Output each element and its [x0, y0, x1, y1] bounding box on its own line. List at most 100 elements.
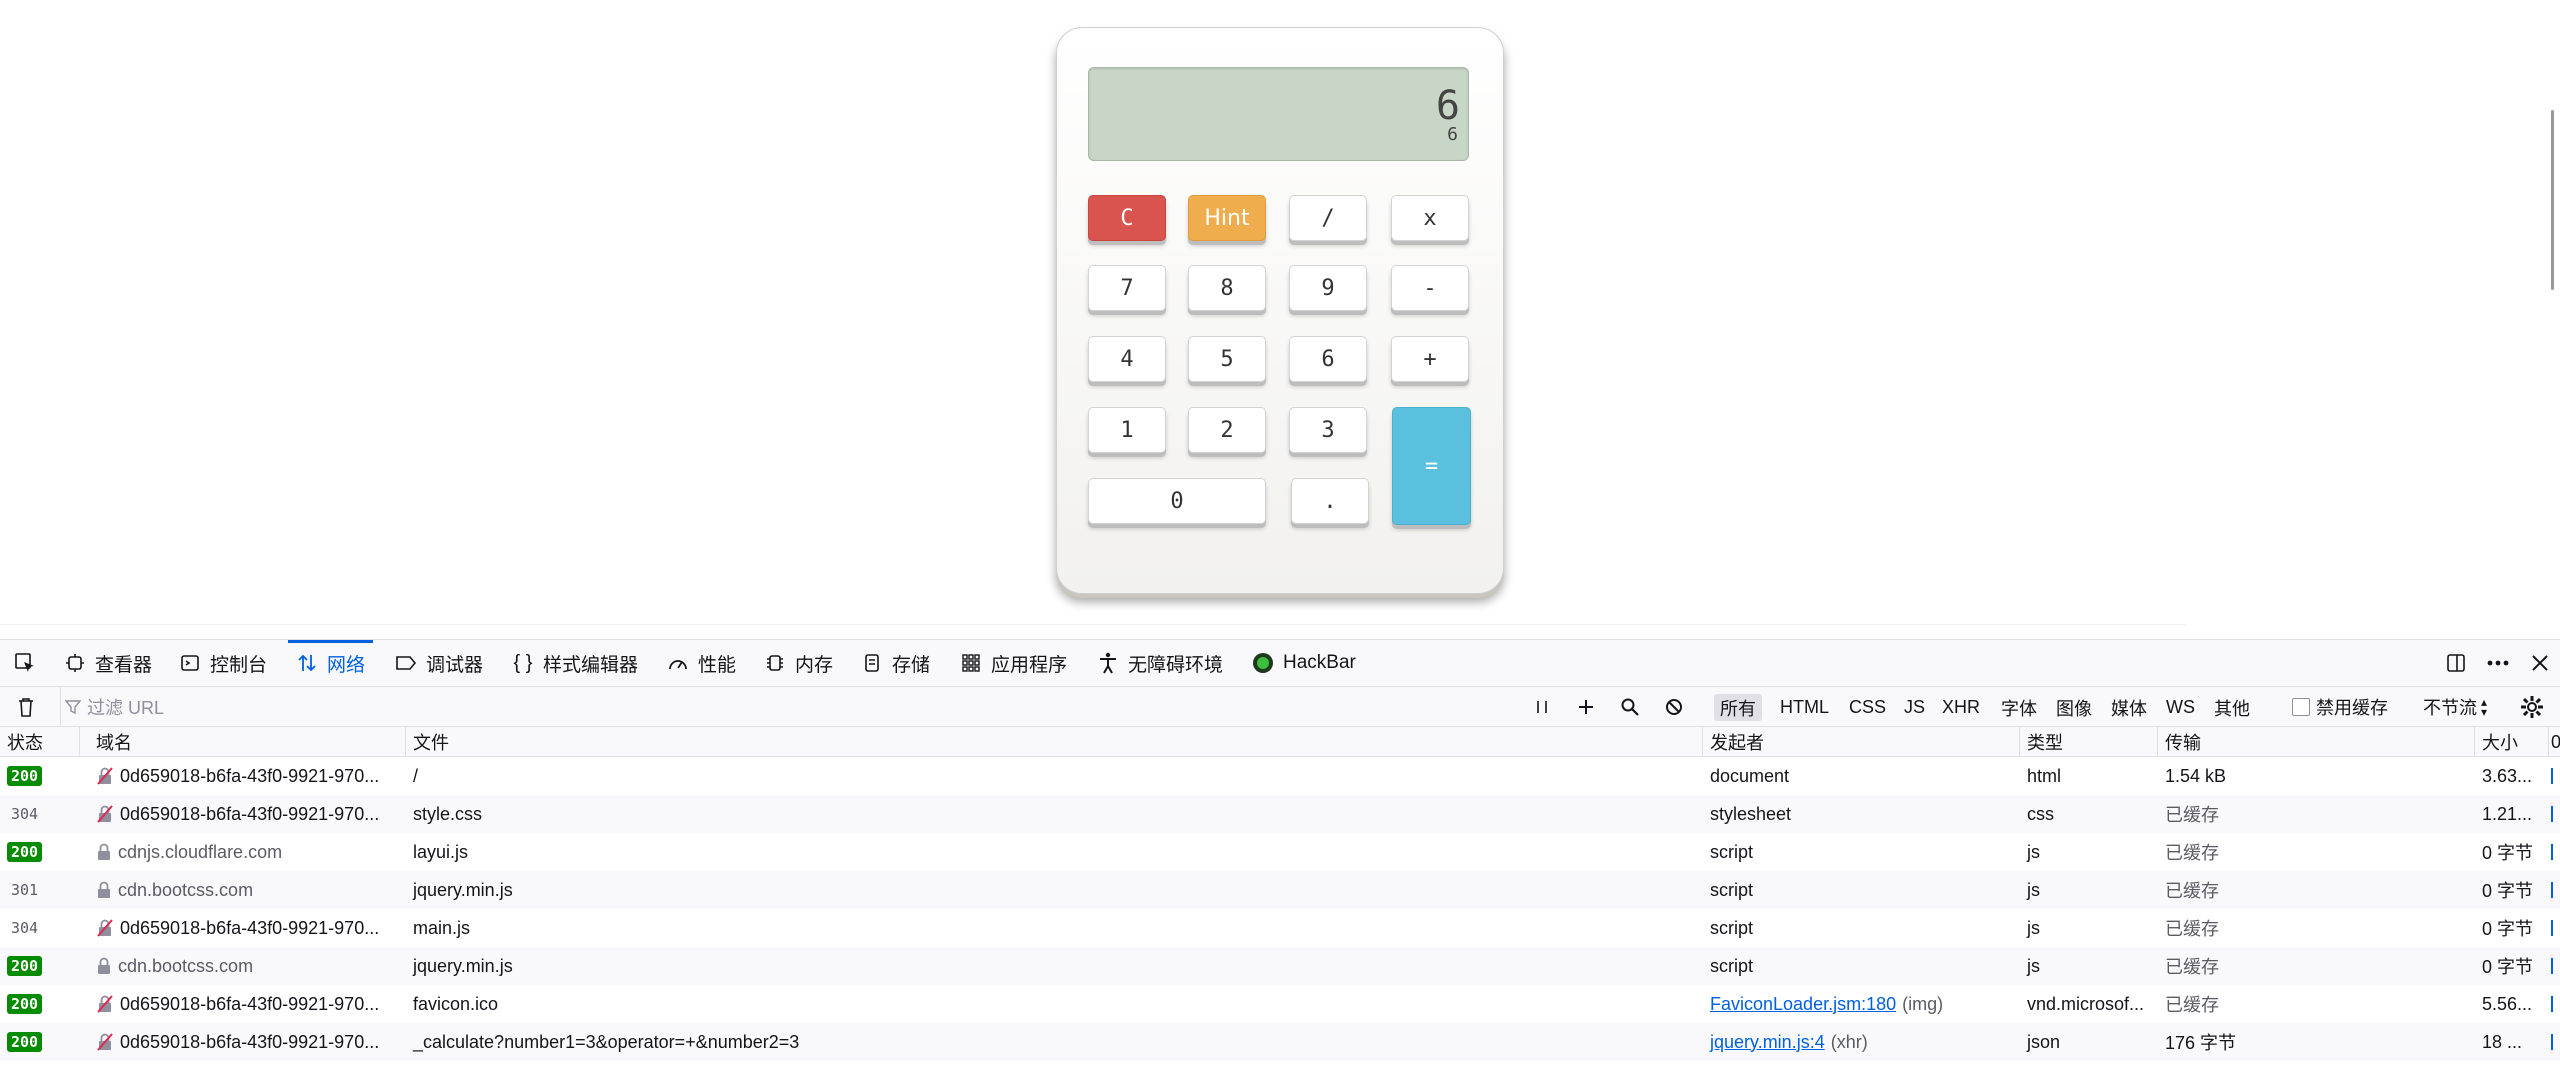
pause-icon[interactable]: [1525, 687, 1559, 727]
table-row[interactable]: 200 0d659018-b6fa-43f0-9921-970... _calcul…: [0, 1023, 2560, 1061]
plus-button[interactable]: +: [1391, 336, 1469, 382]
table-row[interactable]: 200 0d659018-b6fa-43f0-9921-970... favicon…: [0, 985, 2560, 1023]
transferred-cell: 1.54 kB: [2165, 765, 2227, 786]
col-initiator[interactable]: 发起者: [1703, 727, 2020, 757]
divide-button[interactable]: /: [1289, 195, 1367, 241]
checkbox-box[interactable]: [2292, 698, 2310, 716]
tab-application[interactable]: 应用程序: [960, 640, 1067, 686]
col-file[interactable]: 文件: [406, 727, 1703, 757]
more-options-icon[interactable]: [2482, 640, 2514, 686]
file-cell: _calculate?number1=3&operator=+&number2=…: [413, 1031, 800, 1052]
nine-button[interactable]: 9: [1289, 265, 1367, 311]
filter-css[interactable]: CSS: [1843, 694, 1892, 721]
disable-cache-checkbox[interactable]: 禁用缓存: [2292, 687, 2388, 727]
element-picker-icon[interactable]: [9, 640, 41, 686]
dock-toggle-icon[interactable]: [2440, 640, 2472, 686]
file-cell: favicon.ico: [413, 993, 499, 1014]
initiator-cell: jquery.min.js:4 (xhr): [1703, 1023, 2020, 1061]
six-button[interactable]: 6: [1289, 336, 1367, 382]
filter-media[interactable]: 媒体: [2105, 694, 2153, 721]
zero-button[interactable]: 0: [1088, 478, 1266, 524]
initiator-link: script: [1710, 841, 1754, 862]
network-arrows-icon: [296, 652, 318, 674]
speedometer-icon: [667, 652, 689, 674]
transferred-cell: 176 字节: [2165, 1033, 2237, 1053]
gear-icon[interactable]: [2515, 687, 2549, 727]
filter-js[interactable]: JS: [1898, 694, 1931, 721]
tab-network[interactable]: 网络: [287, 640, 374, 686]
multiply-button[interactable]: x: [1391, 195, 1469, 241]
tab-memory[interactable]: 内存: [764, 640, 833, 686]
minus-button[interactable]: -: [1391, 265, 1469, 311]
initiator-cell: script: [1703, 871, 2020, 909]
tab-accessibility[interactable]: 无障碍环境: [1097, 640, 1223, 686]
initiator-cell: script: [1703, 947, 2020, 985]
col-type[interactable]: 类型: [2020, 727, 2158, 757]
file-cell: jquery.min.js: [413, 879, 513, 900]
block-icon[interactable]: [1657, 687, 1691, 727]
table-row[interactable]: 304 0d659018-b6fa-43f0-9921-970... style.c…: [0, 795, 2560, 833]
size-cell: 18 ...: [2482, 1031, 2523, 1052]
seven-button[interactable]: 7: [1088, 265, 1166, 311]
size-cell: 0 字节: [2482, 843, 2534, 863]
waterfall-bar: [2551, 1034, 2553, 1050]
type-cell: js: [2027, 955, 2040, 976]
status-cell: 200: [0, 757, 80, 795]
tab-storage[interactable]: 存储: [861, 640, 930, 686]
page-scrollbar[interactable]: [2551, 110, 2554, 290]
filter-xhr[interactable]: XHR: [1936, 694, 1986, 721]
table-row[interactable]: 301 cdn.bootcss.com jquery.min.js script js 已…: [0, 871, 2560, 909]
tab-performance[interactable]: 性能: [667, 640, 736, 686]
tab-hackbar[interactable]: HackBar: [1252, 640, 1356, 686]
initiator-link[interactable]: FaviconLoader.jsm:180: [1710, 994, 1896, 1015]
hint-button[interactable]: Hint: [1188, 195, 1266, 241]
waterfall-bar: [2551, 768, 2553, 784]
filter-other[interactable]: 其他: [2208, 694, 2256, 721]
three-button[interactable]: 3: [1289, 407, 1367, 453]
equals-button[interactable]: =: [1392, 407, 1471, 525]
tab-console[interactable]: 控制台: [179, 640, 267, 686]
dot-button[interactable]: .: [1291, 478, 1369, 524]
filter-url-input[interactable]: 过滤 URL: [60, 687, 1510, 727]
filter-html[interactable]: HTML: [1774, 694, 1835, 721]
table-row[interactable]: 200 cdnjs.cloudflare.com layui.js script js 已…: [0, 833, 2560, 871]
transferred-cell: 已缓存: [2165, 919, 2219, 939]
filter-fonts[interactable]: 字体: [1995, 694, 2043, 721]
console-icon: [179, 652, 201, 674]
col-transferred[interactable]: 传输: [2158, 727, 2475, 757]
trash-icon[interactable]: [9, 687, 43, 727]
type-cell: js: [2027, 879, 2040, 900]
close-devtools-icon[interactable]: [2524, 640, 2556, 686]
tab-inspector[interactable]: 查看器: [64, 640, 152, 686]
transferred-cell: 已缓存: [2165, 843, 2219, 863]
filter-all[interactable]: 所有: [1714, 694, 1762, 721]
domain-cell: 0d659018-b6fa-43f0-9921-970...: [89, 1023, 406, 1061]
filter-ws[interactable]: WS: [2160, 694, 2201, 721]
filter-images[interactable]: 图像: [2050, 694, 2098, 721]
table-row[interactable]: 200 cdn.bootcss.com jquery.min.js script js 已…: [0, 947, 2560, 985]
accessibility-person-icon: [1097, 652, 1119, 674]
col-size[interactable]: 大小: [2475, 727, 2549, 757]
size-cell: 5.56...: [2482, 993, 2533, 1014]
col-waterfall[interactable]: 0: [2549, 727, 2560, 757]
tab-style-editor[interactable]: { } 样式编辑器: [512, 640, 638, 686]
updown-chevron-icon: ▴ ▾: [2481, 695, 2488, 719]
transferred-cell: 已缓存: [2165, 995, 2219, 1015]
add-blocking-icon[interactable]: [1569, 687, 1603, 727]
col-domain[interactable]: 域名: [89, 727, 406, 757]
tab-debugger[interactable]: 调试器: [395, 640, 483, 686]
initiator-link[interactable]: jquery.min.js:4: [1710, 1032, 1825, 1053]
eight-button[interactable]: 8: [1188, 265, 1266, 311]
search-icon[interactable]: [1613, 687, 1647, 727]
five-button[interactable]: 5: [1188, 336, 1266, 382]
col-status[interactable]: 状态: [0, 727, 80, 757]
one-button[interactable]: 1: [1088, 407, 1166, 453]
table-row[interactable]: 200 0d659018-b6fa-43f0-9921-970... / docume…: [0, 757, 2560, 795]
throttle-select[interactable]: 不节流 ▴ ▾: [2423, 687, 2487, 727]
two-button[interactable]: 2: [1188, 407, 1266, 453]
four-button[interactable]: 4: [1088, 336, 1166, 382]
initiator-cause: (img): [1902, 993, 1944, 1014]
clear-button[interactable]: C: [1088, 195, 1166, 241]
initiator-cell: FaviconLoader.jsm:180 (img): [1703, 985, 2020, 1023]
table-row[interactable]: 304 0d659018-b6fa-43f0-9921-970... main.js…: [0, 909, 2560, 947]
